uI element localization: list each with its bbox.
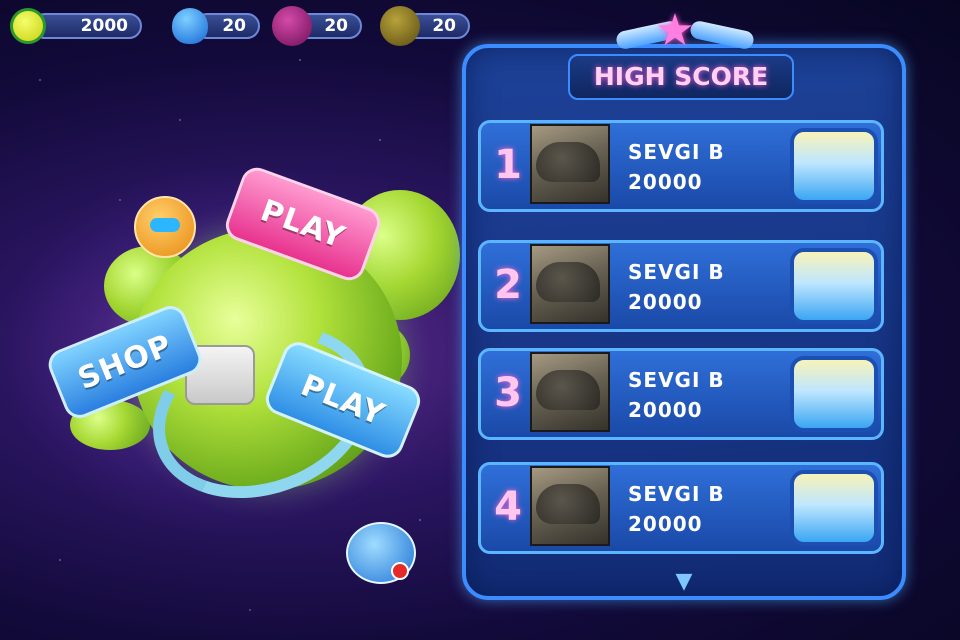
player-name: SEVGI B — [628, 140, 725, 164]
coin-icon — [10, 8, 46, 44]
highscore-title: HIGH SCORE — [593, 62, 769, 91]
player-score: 20000 — [628, 398, 703, 422]
player-name: SEVGI B — [628, 482, 725, 506]
rank-number: 4 — [494, 484, 522, 530]
highscore-row[interactable]: 1 SEVGI B 20000 — [478, 120, 884, 212]
player-score: 20000 — [628, 290, 703, 314]
player-name: SEVGI B — [628, 368, 725, 392]
rank-number: 2 — [494, 262, 522, 308]
row-action-button[interactable] — [790, 248, 878, 324]
player-score: 20000 — [628, 170, 703, 194]
purple-gem-counter: 20 — [272, 6, 364, 46]
blue-gem-counter: 20 — [172, 8, 262, 44]
row-action-button[interactable] — [790, 128, 878, 204]
avatar-bull-image — [536, 142, 600, 182]
rank-number: 1 — [494, 142, 522, 188]
highscore-row[interactable]: 3 SEVGI B 20000 — [478, 348, 884, 440]
star-icon: ★ — [655, 5, 695, 56]
row-action-button[interactable] — [790, 356, 878, 432]
player-score: 20000 — [628, 512, 703, 536]
ufo-red-light — [391, 562, 409, 580]
purple-orb-icon — [272, 6, 312, 46]
scroll-down-arrow-icon[interactable]: ▼ — [664, 571, 704, 593]
rank-number: 3 — [494, 370, 522, 416]
blue-balloon-icon — [172, 8, 208, 44]
coin-counter: 2000 — [10, 8, 142, 44]
robot-visor — [150, 218, 180, 232]
avatar-bull-image — [536, 262, 600, 302]
avatar-bull-image — [536, 370, 600, 410]
highscore-row[interactable]: 4 SEVGI B 20000 — [478, 462, 884, 554]
player-name: SEVGI B — [628, 260, 725, 284]
olive-orb-icon — [380, 6, 420, 46]
row-action-button[interactable] — [790, 470, 878, 546]
highscore-row[interactable]: 2 SEVGI B 20000 — [478, 240, 884, 332]
olive-gem-counter: 20 — [380, 6, 472, 46]
coin-count: 2000 — [32, 13, 142, 39]
avatar-bull-image — [536, 484, 600, 524]
